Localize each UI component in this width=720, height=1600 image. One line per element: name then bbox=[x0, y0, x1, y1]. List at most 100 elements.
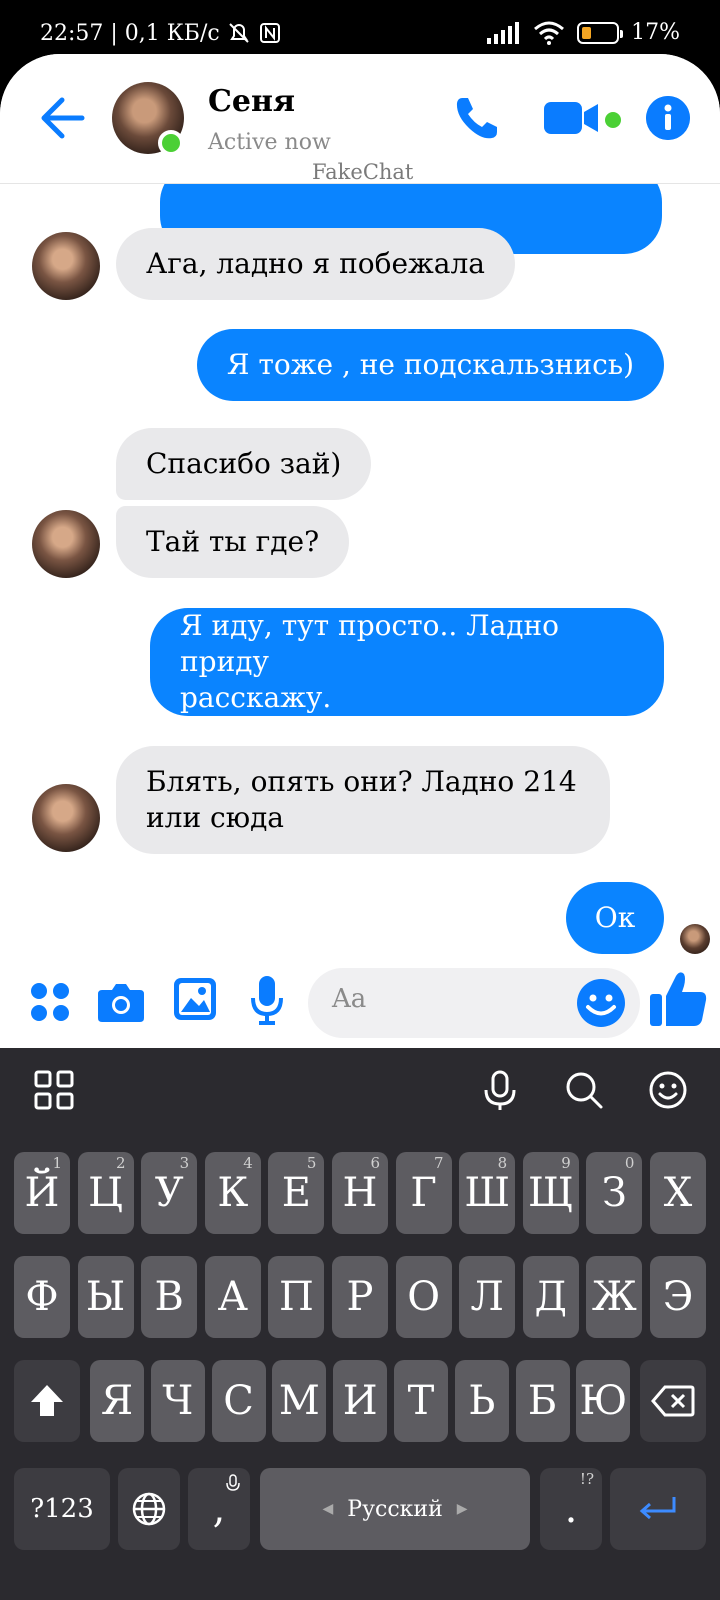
keyboard-emoji-icon[interactable] bbox=[648, 1070, 688, 1110]
key-6[interactable]: Т bbox=[394, 1360, 448, 1442]
comma-key[interactable]: , bbox=[188, 1468, 250, 1550]
key-7[interactable]: 7Г bbox=[395, 1152, 452, 1234]
key-label: П bbox=[278, 1274, 314, 1320]
symbols-key-label: ?123 bbox=[30, 1494, 94, 1524]
camera-icon[interactable] bbox=[98, 980, 144, 1022]
key-label: Ю bbox=[579, 1378, 628, 1424]
key-4[interactable]: А bbox=[204, 1256, 261, 1338]
key-8[interactable]: Б bbox=[515, 1360, 570, 1442]
key-2[interactable]: 2Ц bbox=[77, 1152, 134, 1234]
key-label: В bbox=[154, 1274, 184, 1320]
key-8[interactable]: 8Ш bbox=[459, 1152, 516, 1234]
chat-header: Сеня Active now FakeChat bbox=[0, 54, 720, 184]
key-9[interactable]: Ю bbox=[576, 1360, 631, 1442]
message-text: Спасибо зай) bbox=[146, 447, 342, 480]
key-9[interactable]: Д bbox=[522, 1256, 579, 1338]
key-1[interactable]: Ф bbox=[14, 1256, 70, 1338]
key-4[interactable]: 4К bbox=[204, 1152, 261, 1234]
key-label: Ы bbox=[85, 1274, 126, 1320]
chat-window: Сеня Active now FakeChat Ага, ладно я по… bbox=[0, 54, 720, 1048]
backspace-icon bbox=[651, 1385, 695, 1417]
key-1[interactable]: Я bbox=[90, 1360, 144, 1442]
key-label: О bbox=[407, 1274, 440, 1320]
back-arrow-icon[interactable] bbox=[38, 96, 88, 140]
key-5[interactable]: 5Е bbox=[268, 1152, 325, 1234]
incoming-message[interactable]: Блять, опять они? Ладно 214 или сюда bbox=[116, 746, 610, 854]
thumbs-up-icon[interactable] bbox=[650, 970, 708, 1028]
gallery-icon[interactable] bbox=[174, 978, 216, 1020]
key-label: Е bbox=[281, 1170, 311, 1216]
key-2[interactable]: Ч bbox=[150, 1360, 205, 1442]
key-3[interactable]: С bbox=[211, 1360, 266, 1442]
key-11[interactable]: Э bbox=[650, 1256, 706, 1338]
key-label: Ч bbox=[162, 1378, 194, 1424]
key-9[interactable]: 9Щ bbox=[522, 1152, 579, 1234]
nfc-icon bbox=[259, 23, 280, 43]
globe-icon bbox=[132, 1492, 166, 1526]
sender-avatar[interactable] bbox=[32, 510, 100, 578]
sender-avatar[interactable] bbox=[32, 232, 100, 300]
incoming-message[interactable]: Спасибо зай) bbox=[116, 428, 372, 500]
outgoing-message[interactable]: Я тоже , не подскальзнись) bbox=[196, 329, 664, 401]
key-label: С bbox=[223, 1378, 254, 1424]
keyboard-menu-grid-icon[interactable] bbox=[34, 1070, 74, 1110]
key-5[interactable]: П bbox=[268, 1256, 325, 1338]
key-6[interactable]: Р bbox=[332, 1256, 388, 1338]
key-number-hint: 8 bbox=[497, 1154, 508, 1172]
shift-key[interactable] bbox=[14, 1360, 80, 1442]
key-4[interactable]: М bbox=[272, 1360, 327, 1442]
key-3[interactable]: В bbox=[141, 1256, 198, 1338]
space-key[interactable]: ◀ Русский ▶ bbox=[260, 1468, 530, 1550]
key-label: Т bbox=[407, 1378, 435, 1424]
key-7[interactable]: О bbox=[395, 1256, 452, 1338]
space-left-arrow-icon: ◀ bbox=[322, 1501, 334, 1517]
key-label: Г bbox=[410, 1170, 437, 1216]
key-1[interactable]: 1Й bbox=[14, 1152, 70, 1234]
key-7[interactable]: Ь bbox=[454, 1360, 509, 1442]
key-11[interactable]: Х bbox=[650, 1152, 706, 1234]
key-label: Д bbox=[534, 1274, 568, 1320]
key-label: Ш bbox=[464, 1170, 511, 1216]
microphone-icon[interactable] bbox=[250, 976, 284, 1026]
key-2[interactable]: Ы bbox=[77, 1256, 134, 1338]
keyboard: 1Й2Ц3У4К5Е6Н7Г8Ш9Щ0ЗХ ФЫВАПРОЛДЖЭ ЯЧСМИТ… bbox=[0, 1048, 720, 1600]
key-label: А bbox=[217, 1274, 248, 1320]
online-indicator bbox=[158, 130, 184, 156]
outgoing-message[interactable]: Ок bbox=[566, 882, 664, 954]
battery-percent: 17% bbox=[631, 20, 680, 45]
voice-input-icon[interactable] bbox=[480, 1070, 520, 1110]
key-5[interactable]: И bbox=[333, 1360, 388, 1442]
outgoing-message[interactable]: Я иду, тут просто.. Ладно приду расскажу… bbox=[150, 608, 664, 716]
video-active-dot bbox=[605, 112, 621, 128]
incoming-message[interactable]: Тай ты где? bbox=[116, 506, 350, 578]
message-line: Блять, опять они? Ладно 214 bbox=[146, 765, 577, 798]
incoming-message[interactable]: Ага, ладно я побежала bbox=[116, 228, 515, 300]
key-label: Л bbox=[470, 1274, 504, 1320]
key-6[interactable]: 6Н bbox=[332, 1152, 388, 1234]
period-key[interactable]: !? . bbox=[540, 1468, 602, 1550]
sender-avatar[interactable] bbox=[32, 784, 100, 852]
message-input[interactable]: Aa bbox=[308, 968, 640, 1038]
emoji-icon[interactable] bbox=[576, 978, 626, 1028]
key-10[interactable]: 0З bbox=[586, 1152, 643, 1234]
key-label: И bbox=[342, 1378, 378, 1424]
message-text: Ок bbox=[594, 901, 636, 934]
key-10[interactable]: Ж bbox=[586, 1256, 643, 1338]
key-8[interactable]: Л bbox=[459, 1256, 516, 1338]
key-number-hint: 9 bbox=[561, 1154, 571, 1172]
search-icon[interactable] bbox=[564, 1070, 604, 1110]
contact-name[interactable]: Сеня bbox=[208, 84, 295, 119]
status-right: 17% bbox=[487, 20, 680, 45]
phone-icon[interactable] bbox=[452, 94, 500, 142]
symbols-key[interactable]: ?123 bbox=[14, 1468, 110, 1550]
info-icon[interactable] bbox=[646, 96, 690, 140]
video-camera-icon[interactable] bbox=[544, 100, 600, 136]
apps-grid-icon[interactable] bbox=[30, 982, 70, 1022]
key-3[interactable]: 3У bbox=[141, 1152, 198, 1234]
language-key[interactable] bbox=[118, 1468, 180, 1550]
key-label: Ф bbox=[25, 1274, 59, 1320]
message-line: расскажу. bbox=[180, 681, 332, 714]
backspace-key[interactable] bbox=[640, 1360, 706, 1442]
key-label: К bbox=[217, 1170, 249, 1216]
enter-key[interactable] bbox=[610, 1468, 706, 1550]
